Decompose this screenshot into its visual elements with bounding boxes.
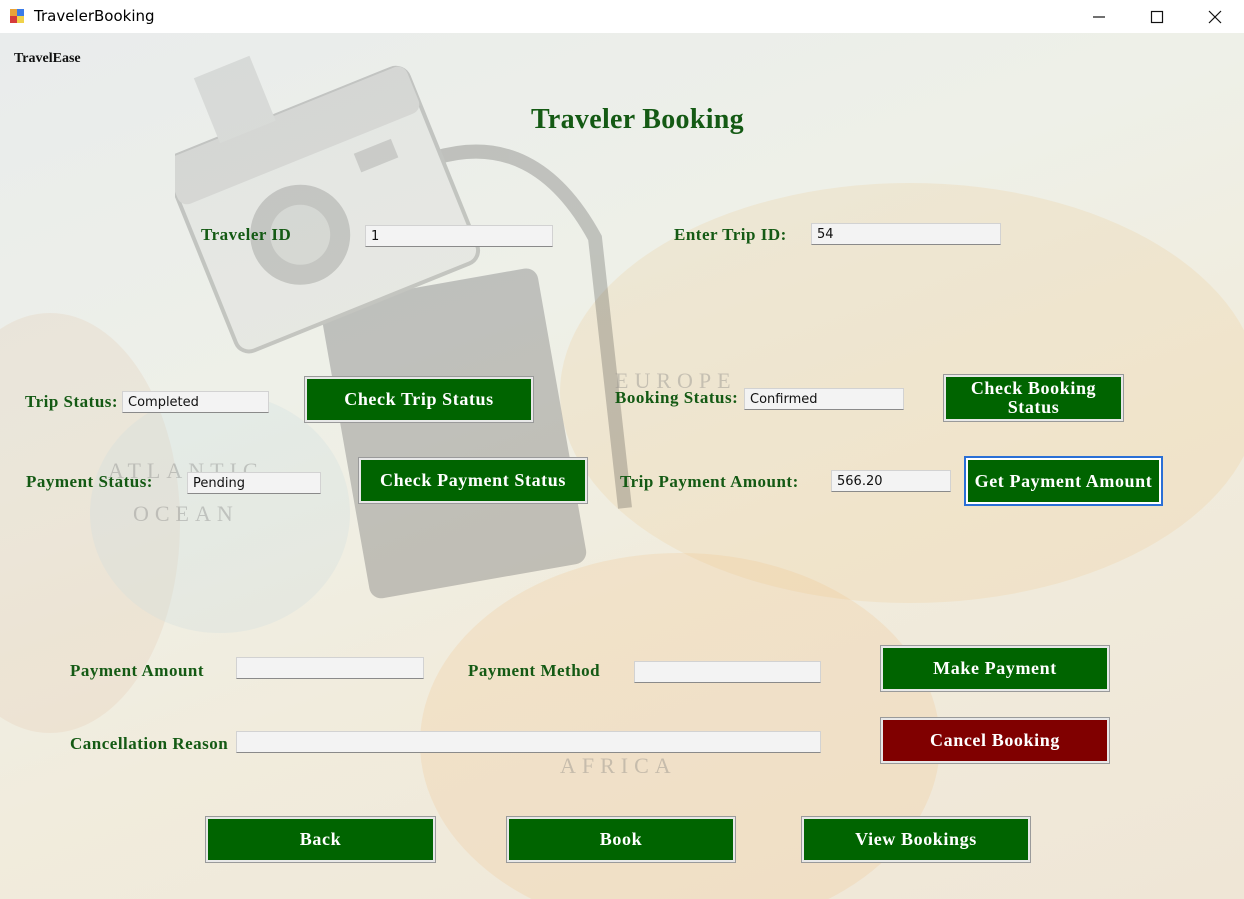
payment-status-label: Payment Status: (26, 472, 153, 491)
payment-method-label: Payment Method (468, 661, 601, 680)
payment-method-input[interactable] (634, 661, 821, 683)
brand-label: TravelEase (14, 51, 81, 66)
map-ocean-label: OCEAN (133, 501, 239, 526)
view-bookings-button[interactable]: View Bookings (802, 817, 1030, 862)
trip-status-label: Trip Status: (25, 392, 119, 411)
trip-payment-amount-field[interactable]: 566.20 (831, 470, 951, 492)
trip-id-label: Enter Trip ID: (674, 225, 787, 244)
check-trip-status-button[interactable]: Check Trip Status (305, 377, 533, 422)
app-icon (10, 9, 24, 23)
trip-payment-amount-label: Trip Payment Amount: (620, 472, 799, 491)
minimize-button[interactable] (1070, 0, 1128, 33)
traveler-id-input[interactable]: 1 (365, 225, 553, 247)
book-button[interactable]: Book (507, 817, 735, 862)
check-payment-status-button[interactable]: Check Payment Status (359, 458, 587, 503)
payment-amount-label: Payment Amount (70, 661, 205, 680)
back-button[interactable]: Back (206, 817, 435, 862)
cancellation-reason-label: Cancellation Reason (70, 734, 229, 753)
cancellation-reason-input[interactable] (236, 731, 821, 753)
form-client-area: ATLANTIC OCEAN EUROPE AFRICA TravelEase … (0, 33, 1244, 899)
map-region-label: AFRICA (560, 753, 677, 778)
close-button[interactable] (1186, 0, 1244, 33)
booking-status-label: Booking Status: (615, 388, 739, 407)
payment-status-field[interactable]: Pending (187, 472, 321, 494)
title-bar: TravelerBooking (0, 0, 1244, 33)
maximize-icon (1150, 10, 1164, 23)
window-title: TravelerBooking (34, 7, 155, 25)
check-booking-status-button[interactable]: Check Booking Status (944, 375, 1123, 421)
get-payment-amount-button[interactable]: Get Payment Amount (966, 458, 1161, 504)
close-icon (1208, 10, 1222, 23)
booking-status-field[interactable]: Confirmed (744, 388, 904, 410)
page-title: Traveler Booking (531, 104, 744, 135)
cancel-booking-button[interactable]: Cancel Booking (881, 718, 1109, 763)
traveler-id-label: Traveler ID (201, 225, 292, 244)
maximize-button[interactable] (1128, 0, 1186, 33)
minimize-icon (1093, 15, 1105, 18)
make-payment-button[interactable]: Make Payment (881, 646, 1109, 691)
payment-amount-input[interactable] (236, 657, 424, 679)
trip-status-field[interactable]: Completed (122, 391, 269, 413)
trip-id-input[interactable]: 54 (811, 223, 1001, 245)
